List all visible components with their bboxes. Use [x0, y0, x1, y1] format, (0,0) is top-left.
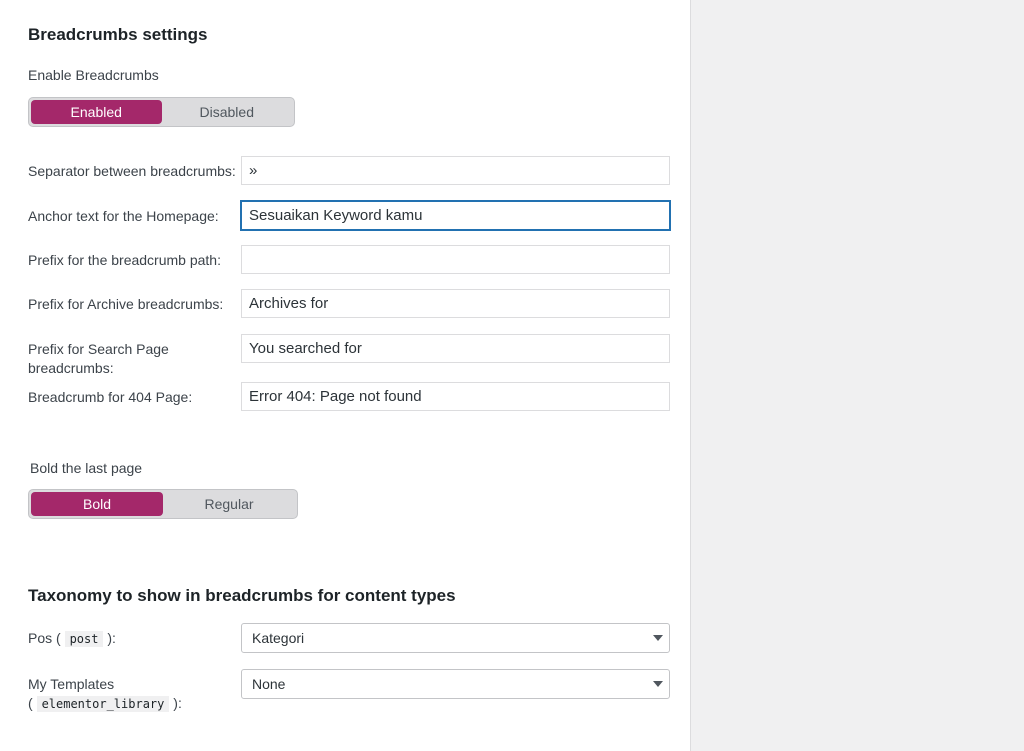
bold-last-page-toggle[interactable]: Bold Regular	[28, 489, 298, 519]
breadcrumb-path-prefix-label: Prefix for the breadcrumb path:	[28, 252, 221, 268]
bold-option[interactable]: Bold	[31, 492, 163, 516]
chevron-down-icon	[653, 635, 663, 641]
archive-prefix-label: Prefix for Archive breadcrumbs:	[28, 296, 224, 312]
homepage-anchor-label: Anchor text for the Homepage:	[28, 208, 219, 224]
breadcrumb-path-prefix-input[interactable]	[241, 245, 670, 274]
templates-taxonomy-label: My Templates ( elementor_library ):	[28, 675, 182, 714]
search-prefix-label-line1: Prefix for Search Page	[28, 341, 169, 357]
elementor-library-code: elementor_library	[36, 696, 170, 712]
templates-taxonomy-select[interactable]: None	[241, 669, 670, 699]
templates-label-prefix: (	[28, 695, 33, 711]
search-prefix-input[interactable]	[241, 334, 670, 363]
search-prefix-label-line2: breadcrumbs:	[28, 360, 114, 376]
disabled-option[interactable]: Disabled	[162, 100, 293, 124]
enabled-option[interactable]: Enabled	[31, 100, 162, 124]
separator-input[interactable]	[241, 156, 670, 185]
chevron-down-icon	[653, 681, 663, 687]
post-taxonomy-label: Pos ( post ):	[28, 629, 116, 649]
post-label-suffix: ):	[107, 630, 116, 646]
breadcrumb-404-input[interactable]	[241, 382, 670, 411]
enable-breadcrumbs-label: Enable Breadcrumbs	[28, 67, 159, 83]
templates-label-line1: My Templates	[28, 676, 115, 692]
post-type-code: post	[64, 631, 104, 647]
regular-option[interactable]: Regular	[163, 492, 295, 516]
post-taxonomy-select[interactable]: Kategori	[241, 623, 670, 653]
settings-panel: Breadcrumbs settings Enable Breadcrumbs …	[0, 0, 691, 751]
archive-prefix-input[interactable]	[241, 289, 670, 318]
bold-last-page-label: Bold the last page	[30, 460, 143, 476]
post-label-prefix: Pos (	[28, 630, 61, 646]
taxonomy-heading: Taxonomy to show in breadcrumbs for cont…	[28, 586, 456, 605]
breadcrumb-404-label: Breadcrumb for 404 Page:	[28, 389, 193, 405]
post-taxonomy-selected: Kategori	[252, 630, 305, 646]
templates-label-line2: ( elementor_library ):	[28, 694, 182, 714]
enable-breadcrumbs-toggle[interactable]: Enabled Disabled	[28, 97, 295, 127]
search-prefix-label: Prefix for Search Page breadcrumbs:	[28, 340, 169, 378]
templates-label-suffix: ):	[173, 695, 182, 711]
templates-taxonomy-selected: None	[252, 676, 286, 692]
homepage-anchor-input[interactable]	[241, 201, 670, 230]
separator-label: Separator between breadcrumbs:	[28, 163, 236, 179]
breadcrumbs-settings-heading: Breadcrumbs settings	[28, 25, 208, 44]
